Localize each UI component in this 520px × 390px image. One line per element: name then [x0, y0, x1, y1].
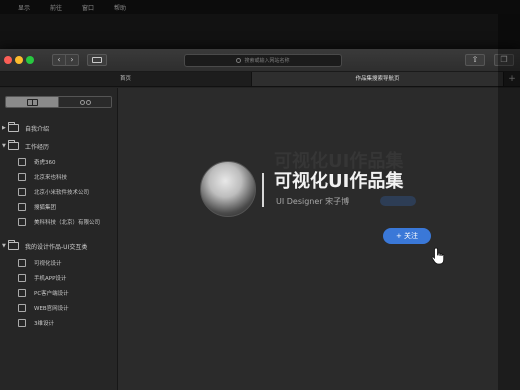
bookmark-item[interactable]: 手机APP设计: [18, 273, 66, 283]
hand-cursor-icon: [431, 247, 445, 265]
search-icon: [236, 58, 242, 63]
folder-label: 工作经历: [25, 143, 50, 151]
bookmark-icon: [18, 304, 26, 312]
bookmark-item[interactable]: 奇虎360: [18, 157, 56, 167]
bookmark-label: 可视化设计: [34, 261, 62, 267]
tab-home[interactable]: 首页: [0, 72, 252, 86]
address-placeholder: 搜索或输入网站名称: [244, 58, 290, 64]
bookmark-item[interactable]: 可视化设计: [18, 258, 62, 268]
menu-go[interactable]: 前往: [50, 3, 62, 12]
reading-list-tab[interactable]: [58, 97, 111, 107]
sidebar-toggle-button[interactable]: [87, 54, 107, 66]
bookmark-icon: [18, 274, 26, 282]
page-title: 可视化UI作品集: [274, 171, 404, 192]
window-edge-shadow: [498, 14, 520, 390]
bookmark-item[interactable]: 3维设计: [18, 318, 54, 328]
glasses-icon: [79, 99, 91, 105]
bookmark-icon: [18, 188, 26, 196]
nav-buttons: ‹ ›: [52, 54, 79, 66]
back-icon[interactable]: ‹: [53, 55, 66, 65]
page-content: 可视化UI作品集 可视化UI作品集 UI Designer 宋子博 + 关注: [118, 88, 520, 390]
folder-label: 自我介绍: [25, 125, 50, 133]
bookmarks-tab[interactable]: [6, 97, 58, 107]
title-divider: [262, 173, 264, 207]
ghost-follow-button: [380, 196, 416, 206]
folder-work-experience[interactable]: ▼ 工作经历: [2, 140, 50, 151]
bookmark-label: 搜狐集团: [34, 205, 57, 211]
sidebar-icon: [92, 57, 102, 63]
book-icon: [26, 98, 38, 106]
bookmarks-sidebar: ▶ 自我介绍 ▼ 工作经历 奇虎360 北京来也科技 北京小米软件技术公司 搜狐…: [0, 88, 118, 390]
bookmark-label: WEB官网设计: [34, 306, 69, 312]
tab-bar: 首页 作品集搜索导航页 +: [0, 72, 520, 87]
title-bar: ‹ › 搜索或输入网站名称 ⇧ ❐: [0, 49, 520, 72]
follow-button[interactable]: + 关注: [383, 228, 431, 244]
share-button[interactable]: ⇧: [465, 54, 485, 66]
designer-subtitle: UI Designer 宋子博: [276, 197, 350, 206]
menu-view[interactable]: 显示: [18, 3, 30, 12]
bookmark-item[interactable]: 搜狐集团: [18, 202, 56, 212]
bookmark-label: 手机APP设计: [34, 276, 67, 282]
bookmark-label: 美科科技（北京）有限公司: [34, 220, 101, 226]
zoom-window-button[interactable]: [26, 56, 34, 64]
bookmark-item[interactable]: PC客户端设计: [18, 288, 69, 298]
forward-icon[interactable]: ›: [66, 55, 78, 65]
bookmark-icon: [18, 158, 26, 166]
folder-label: 我的设计作品-UI交互类: [25, 243, 88, 251]
minimize-window-button[interactable]: [15, 56, 23, 64]
menubar: 显示 前往 窗口 帮助: [0, 0, 520, 14]
folder-self-intro[interactable]: ▶ 自我介绍: [2, 122, 50, 133]
bookmark-label: 北京小米软件技术公司: [34, 190, 90, 196]
folder-design-works[interactable]: ▼ 我的设计作品-UI交互类: [2, 240, 88, 251]
bookmark-label: 奇虎360: [34, 160, 56, 166]
bookmark-label: 3维设计: [34, 321, 54, 327]
bookmark-label: PC客户端设计: [34, 291, 69, 297]
menu-help[interactable]: 帮助: [114, 3, 126, 12]
bookmark-icon: [18, 203, 26, 211]
sidebar-segmented-control: [5, 96, 112, 108]
menu-window[interactable]: 窗口: [82, 3, 94, 12]
bookmark-item[interactable]: WEB官网设计: [18, 303, 69, 313]
folder-icon: [8, 140, 19, 150]
bookmark-icon: [18, 259, 26, 267]
close-window-button[interactable]: [4, 56, 12, 64]
bookmark-icon: [18, 173, 26, 181]
folder-icon: [8, 240, 19, 250]
browser-window: ‹ › 搜索或输入网站名称 ⇧ ❐ 首页 作品集搜索导航页 + ▶ 自我介绍 ▼…: [0, 49, 520, 390]
folder-icon: [8, 122, 19, 132]
bookmark-item[interactable]: 北京来也科技: [18, 172, 67, 182]
address-bar[interactable]: 搜索或输入网站名称: [184, 54, 342, 67]
bookmark-icon: [18, 319, 26, 327]
bookmark-icon: [18, 218, 26, 226]
bookmark-item[interactable]: 北京小米软件技术公司: [18, 187, 89, 197]
avatar: [200, 161, 256, 217]
bookmark-icon: [18, 289, 26, 297]
tab-portfolio-nav[interactable]: 作品集搜索导航页: [252, 72, 504, 86]
share-icon: ⇧: [471, 55, 479, 64]
bookmark-label: 北京来也科技: [34, 175, 68, 181]
bookmark-item[interactable]: 美科科技（北京）有限公司: [18, 217, 100, 227]
